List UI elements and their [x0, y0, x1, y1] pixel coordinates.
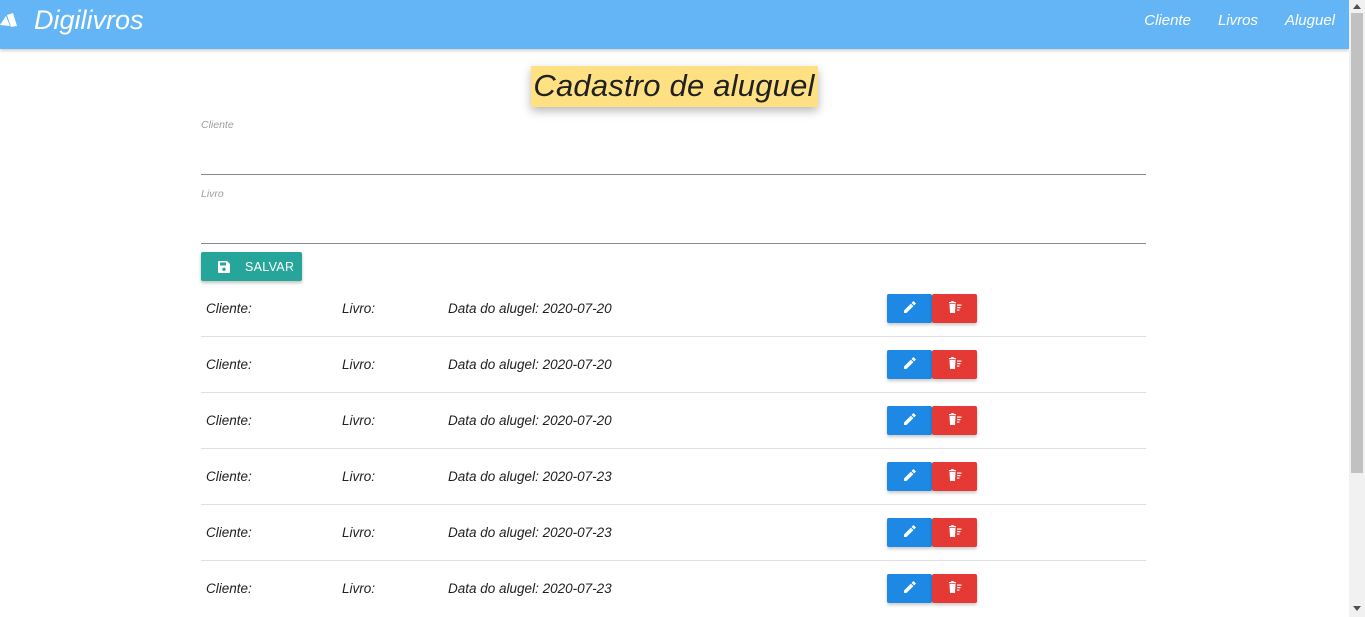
edit-button[interactable] — [887, 406, 932, 435]
delete-sweep-icon — [948, 581, 962, 596]
rental-row: Cliente: Livro: Data do alugel: 2020-07-… — [201, 561, 1146, 617]
rental-date: Data do alugel: 2020-07-20 — [448, 301, 612, 316]
rental-livro: Livro: — [342, 525, 376, 540]
rental-livro: Livro: — [342, 357, 376, 372]
delete-button[interactable] — [932, 406, 977, 435]
edit-button[interactable] — [887, 294, 932, 323]
pencil-icon — [903, 581, 916, 596]
books-icon — [0, 0, 26, 40]
rental-cliente: Cliente: — [206, 301, 252, 316]
rental-cliente: Cliente: — [206, 581, 252, 596]
scroll-up-arrow-icon[interactable] — [1353, 4, 1361, 9]
rental-livro: Livro: — [342, 581, 376, 596]
rental-date: Data do alugel: 2020-07-23 — [448, 525, 612, 540]
edit-button[interactable] — [887, 350, 932, 379]
rental-livro: Livro: — [342, 301, 376, 316]
nav-links: Cliente Livros Aluguel — [1117, 0, 1335, 40]
nav-link-aluguel[interactable]: Aluguel — [1285, 12, 1335, 29]
rental-date: Data do alugel: 2020-07-20 — [448, 413, 612, 428]
delete-button[interactable] — [932, 350, 977, 379]
pencil-icon — [903, 469, 916, 484]
rental-row: Cliente: Livro: Data do alugel: 2020-07-… — [201, 281, 1146, 337]
rental-cliente: Cliente: — [206, 413, 252, 428]
rental-date: Data do alugel: 2020-07-20 — [448, 357, 612, 372]
rental-list: Cliente: Livro: Data do alugel: 2020-07-… — [201, 281, 1146, 617]
save-button[interactable]: SALVAR — [201, 252, 302, 281]
delete-sweep-icon — [948, 413, 962, 428]
rental-cliente: Cliente: — [206, 525, 252, 540]
livro-label: Livro — [201, 188, 224, 200]
nav-link-cliente[interactable]: Cliente — [1144, 12, 1191, 29]
edit-button[interactable] — [887, 574, 932, 603]
delete-sweep-icon — [948, 357, 962, 372]
pencil-icon — [903, 301, 916, 316]
rental-livro: Livro: — [342, 413, 376, 428]
title-wrapper: Cadastro de aluguel — [0, 66, 1349, 107]
delete-button[interactable] — [932, 294, 977, 323]
nav-link-livros[interactable]: Livros — [1218, 12, 1258, 29]
edit-button[interactable] — [887, 462, 932, 491]
floppy-disk-icon — [218, 260, 230, 273]
brand[interactable]: Digilivros — [0, 0, 144, 40]
rental-date: Data do alugel: 2020-07-23 — [448, 581, 612, 596]
rental-date: Data do alugel: 2020-07-23 — [448, 469, 612, 484]
scroll-down-arrow-icon[interactable] — [1353, 606, 1361, 611]
delete-button[interactable] — [932, 462, 977, 491]
top-navbar: Digilivros Cliente Livros Aluguel — [0, 0, 1349, 49]
cliente-label: Cliente — [201, 119, 234, 131]
vertical-scrollbar[interactable] — [1349, 0, 1365, 617]
rental-livro: Livro: — [342, 469, 376, 484]
delete-sweep-icon — [948, 469, 962, 484]
rental-row: Cliente: Livro: Data do alugel: 2020-07-… — [201, 337, 1146, 393]
cliente-input[interactable] — [201, 143, 1146, 175]
scroll-thumb[interactable] — [1351, 13, 1363, 473]
delete-sweep-icon — [948, 301, 962, 316]
delete-button[interactable] — [932, 574, 977, 603]
pencil-icon — [903, 525, 916, 540]
pencil-icon — [903, 413, 916, 428]
livro-input[interactable] — [201, 212, 1146, 244]
delete-button[interactable] — [932, 518, 977, 547]
delete-sweep-icon — [948, 525, 962, 540]
cliente-field: Cliente — [201, 119, 1146, 175]
rental-row: Cliente: Livro: Data do alugel: 2020-07-… — [201, 505, 1146, 561]
rental-cliente: Cliente: — [206, 469, 252, 484]
save-button-label: SALVAR — [245, 259, 295, 274]
brand-name: Digilivros — [34, 4, 144, 35]
livro-field: Livro — [201, 188, 1146, 244]
page-title: Cadastro de aluguel — [531, 66, 818, 107]
rental-cliente: Cliente: — [206, 357, 252, 372]
pencil-icon — [903, 357, 916, 372]
edit-button[interactable] — [887, 518, 932, 547]
rental-row: Cliente: Livro: Data do alugel: 2020-07-… — [201, 393, 1146, 449]
rental-row: Cliente: Livro: Data do alugel: 2020-07-… — [201, 449, 1146, 505]
